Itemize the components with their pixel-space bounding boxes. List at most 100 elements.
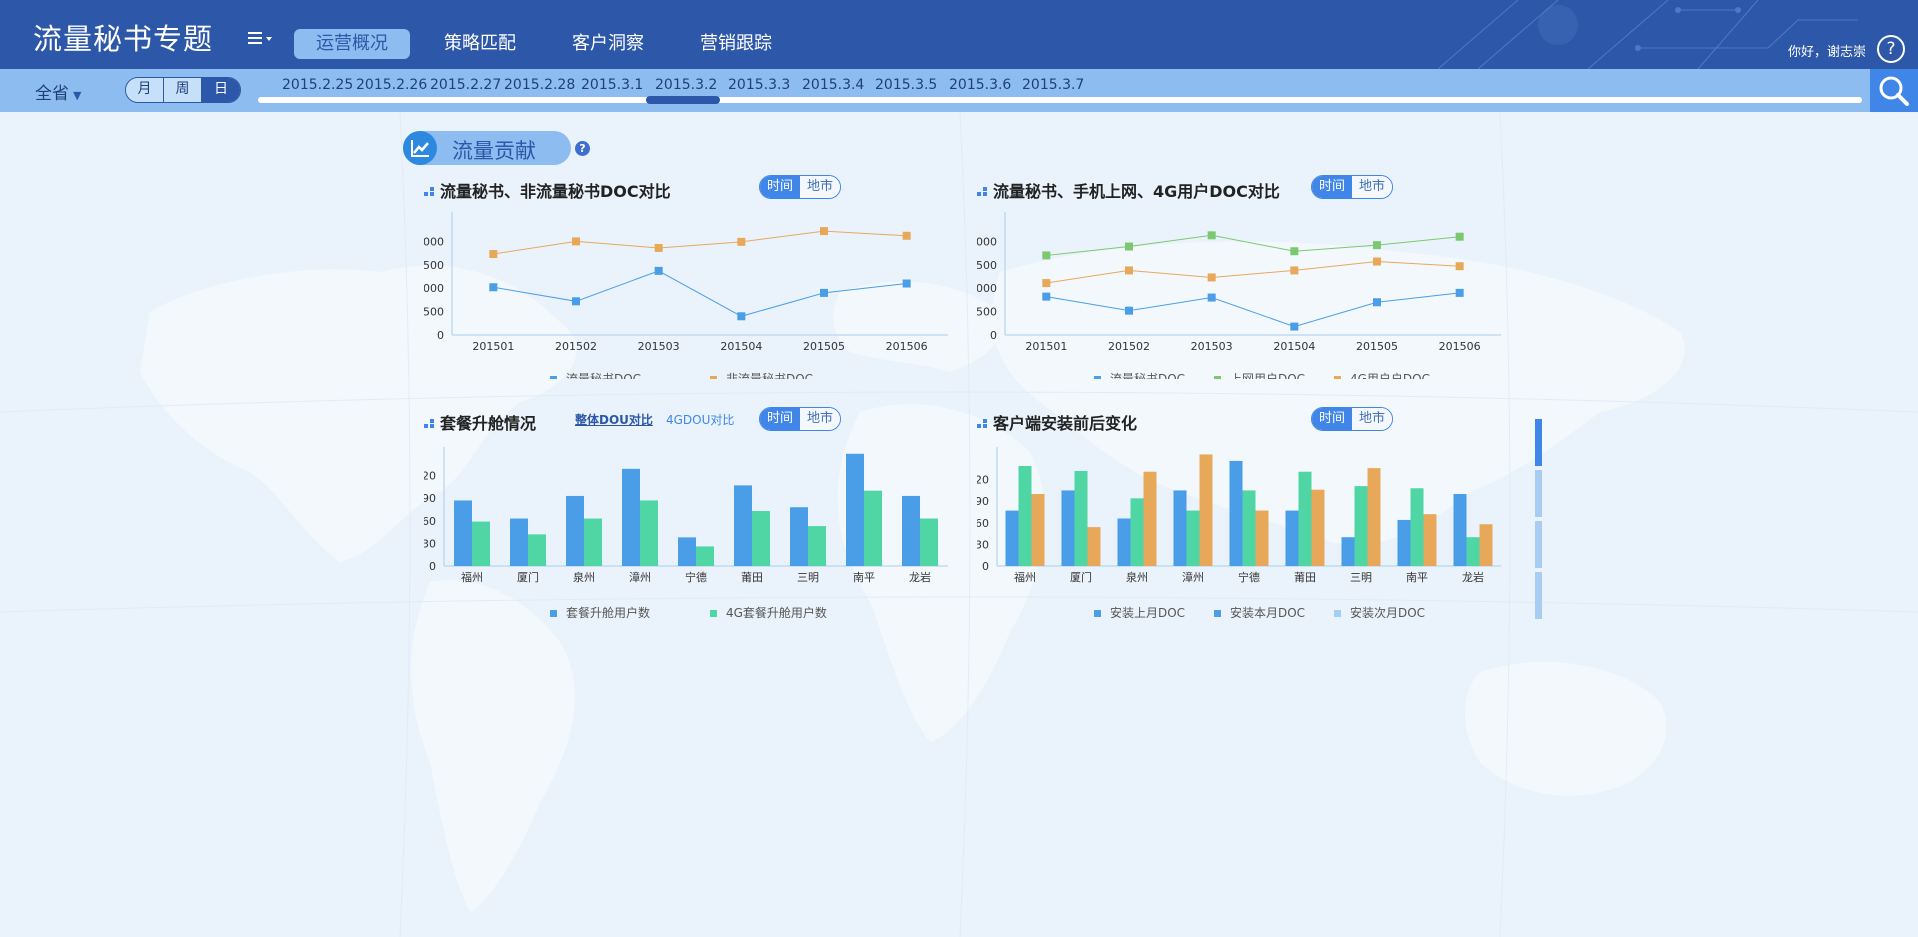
series-line xyxy=(1046,261,1460,284)
data-point xyxy=(1290,322,1299,331)
bar xyxy=(566,495,584,566)
bar xyxy=(1117,518,1131,566)
legend-swatch xyxy=(1334,376,1341,379)
bar xyxy=(920,518,938,566)
timeline-date[interactable]: 2015.2.27 xyxy=(430,77,501,93)
x-tick-label: 漳州 xyxy=(1182,570,1204,584)
x-tick-label: 201504 xyxy=(1273,340,1315,353)
time-city-toggle: 时间 地市 xyxy=(1311,175,1393,199)
y-tick-label: 120 xyxy=(424,470,436,483)
bar xyxy=(640,500,658,566)
toggle-time[interactable]: 时间 xyxy=(760,408,800,430)
granularity-month[interactable]: 月 xyxy=(126,78,164,102)
bullet-icon xyxy=(424,187,434,196)
y-tick-label: 500 xyxy=(977,306,997,319)
y-tick-label: 1000 xyxy=(977,282,997,295)
app-title: 流量秘书专题 xyxy=(33,22,214,56)
series-line xyxy=(1046,234,1460,256)
section-nav-item[interactable] xyxy=(1535,470,1542,517)
timeline-track[interactable] xyxy=(258,97,1862,103)
region-select[interactable]: 全省 ▼ xyxy=(35,79,81,104)
legend-swatch xyxy=(550,376,557,379)
timeline-date[interactable]: 2015.3.6 xyxy=(949,77,1011,93)
toggle-city[interactable]: 地市 xyxy=(800,408,840,430)
user-greeting[interactable]: 你好，谢志崇 xyxy=(1788,41,1866,60)
y-tick-label: 2000 xyxy=(424,235,444,248)
data-point xyxy=(902,231,911,240)
toggle-time[interactable]: 时间 xyxy=(1312,408,1352,430)
bar xyxy=(1018,465,1032,566)
panel-title: 流量秘书、手机上网、4G用户DOC对比 xyxy=(993,182,1280,201)
panel-title: 流量秘书、非流量秘书DOC对比 xyxy=(440,182,671,201)
timeline-date[interactable]: 2015.2.28 xyxy=(504,77,575,93)
nav-tab-customer-insight[interactable]: 客户洞察 xyxy=(550,29,666,59)
bar xyxy=(1466,537,1480,566)
toggle-city[interactable]: 地市 xyxy=(1352,176,1392,198)
section-nav-item[interactable] xyxy=(1535,521,1542,568)
section-nav-item[interactable] xyxy=(1535,419,1542,466)
bar xyxy=(454,500,472,566)
nav-tab-operations[interactable]: 运营概况 xyxy=(294,29,410,59)
x-tick-label: 宁德 xyxy=(1238,570,1260,584)
help-icon[interactable]: ? xyxy=(1877,35,1905,63)
timeline-date[interactable]: 2015.3.5 xyxy=(875,77,937,93)
timeline-date[interactable]: 2015.3.4 xyxy=(802,77,864,93)
bar xyxy=(1130,498,1144,566)
panel-client-install-change: 客户端安装前后变化 时间 地市 0 30 60 90 120 福州 厦门 泉州 漳州 宁德 莆田 三明… xyxy=(977,407,1517,620)
data-point xyxy=(1290,266,1299,275)
time-city-toggle: 时间 地市 xyxy=(759,175,841,199)
bar xyxy=(846,453,864,566)
search-button[interactable] xyxy=(1870,69,1918,112)
timeline-date[interactable]: 2015.3.7 xyxy=(1022,77,1084,93)
timeline-date[interactable]: 2015.2.26 xyxy=(356,77,427,93)
timeline-thumb[interactable] xyxy=(646,96,720,104)
panel-title: 客户端安装前后变化 xyxy=(993,414,1138,433)
bar xyxy=(1453,494,1467,566)
x-tick-label: 南平 xyxy=(1406,571,1428,584)
timeline-date[interactable]: 2015.3.3 xyxy=(728,77,790,93)
x-tick-label: 厦门 xyxy=(1070,570,1092,584)
y-tick-label: 1000 xyxy=(424,282,444,295)
bar xyxy=(902,495,920,566)
subtab-4g-dou[interactable]: 4GDOU对比 xyxy=(666,411,734,428)
search-icon xyxy=(1879,76,1909,106)
y-tick-label: 60 xyxy=(977,517,989,530)
data-point xyxy=(1373,298,1381,307)
toggle-time[interactable]: 时间 xyxy=(1312,176,1352,198)
data-point xyxy=(1455,288,1464,297)
legend-label: 安装本月DOC xyxy=(1230,605,1305,620)
bar xyxy=(1479,524,1493,566)
bullet-icon xyxy=(977,187,987,196)
nav-tab-strategy[interactable]: 策略匹配 xyxy=(422,29,538,59)
y-tick-label: 0 xyxy=(990,329,997,342)
timeline-date-selected[interactable]: 2015.3.2 xyxy=(655,77,717,93)
section-nav-item[interactable] xyxy=(1535,572,1542,619)
timeline-date[interactable]: 2015.3.1 xyxy=(581,77,643,93)
granularity-day[interactable]: 日 xyxy=(202,78,240,102)
bar xyxy=(1255,510,1269,566)
x-tick-label: 泉州 xyxy=(1126,570,1148,584)
x-tick-label: 201502 xyxy=(1108,340,1150,353)
toggle-city[interactable]: 地市 xyxy=(800,176,840,198)
data-point xyxy=(737,237,746,246)
granularity-week[interactable]: 周 xyxy=(164,78,202,102)
subtab-overall-dou[interactable]: 整体DOU对比 xyxy=(575,411,653,428)
x-tick-label: 201502 xyxy=(555,340,597,353)
menu-icon[interactable] xyxy=(248,30,274,46)
nav-tab-marketing[interactable]: 营销跟踪 xyxy=(678,29,794,59)
toggle-time[interactable]: 时间 xyxy=(760,176,800,198)
x-tick-label: 厦门 xyxy=(517,570,539,584)
toggle-city[interactable]: 地市 xyxy=(1352,408,1392,430)
timeline-date[interactable]: 2015.2.25 xyxy=(282,77,353,93)
legend-label: 4G套餐升舱用户数 xyxy=(726,605,827,620)
help-circle-icon[interactable]: ? xyxy=(575,141,590,156)
data-point xyxy=(902,279,911,288)
x-tick-label: 福州 xyxy=(461,570,483,584)
bar-chart: 0 30 60 90 120 福州 厦门 泉州 漳州 宁德 莆田 三明 南平 龙岩套餐升舱用户数 4G套餐升… xyxy=(424,447,948,620)
y-tick-label: 90 xyxy=(977,495,989,508)
x-tick-label: 南平 xyxy=(853,571,875,584)
data-point xyxy=(1455,232,1464,241)
bar xyxy=(1005,510,1019,566)
y-tick-label: 0 xyxy=(982,560,989,573)
legend-label: 流量秘书DOC xyxy=(1110,372,1185,379)
